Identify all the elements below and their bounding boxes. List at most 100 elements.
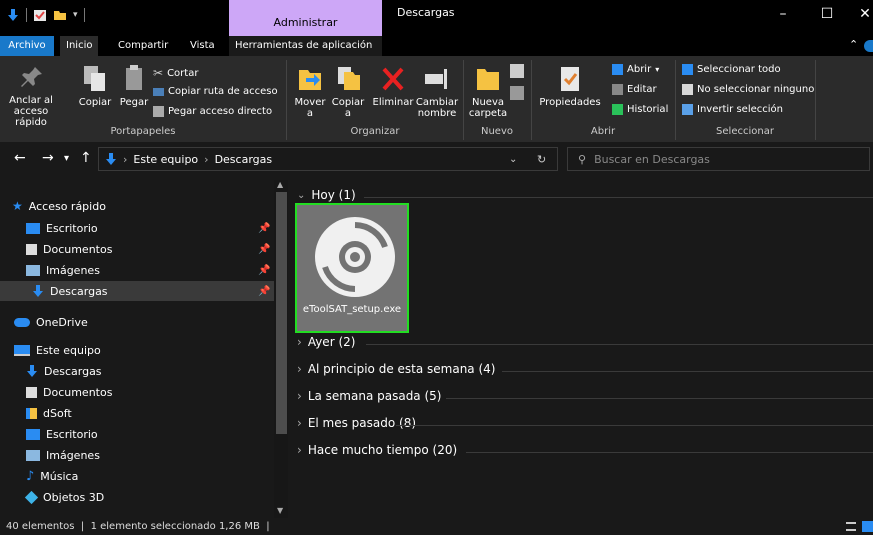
- copy-to-button[interactable]: Copiar a: [330, 64, 366, 119]
- title-bar: ▾ Administrar Descargas – ☐ ✕: [0, 0, 873, 36]
- nav-pc-documentos[interactable]: Documentos: [26, 382, 112, 402]
- scroll-down-icon[interactable]: ▼: [277, 506, 283, 515]
- nav-pc-escritorio[interactable]: Escritorio: [26, 424, 98, 444]
- large-icons-view-icon[interactable]: [862, 521, 873, 532]
- nav-quick-imagenes[interactable]: Imágenes: [26, 260, 100, 280]
- edit-button[interactable]: Editar: [612, 84, 657, 95]
- tab-compartir[interactable]: Compartir: [112, 36, 174, 56]
- nav-pc-descargas-label: Descargas: [44, 364, 102, 378]
- tab-herramientas-aplicacion[interactable]: Herramientas de aplicación: [229, 36, 382, 56]
- paste-shortcut-button[interactable]: Pegar acceso directo: [153, 106, 272, 117]
- navpane-scroll-thumb[interactable]: [276, 192, 287, 434]
- breadcrumb-este-equipo[interactable]: Este equipo: [133, 153, 198, 166]
- nav-este-equipo[interactable]: Este equipo: [14, 340, 101, 360]
- rename-button[interactable]: Cambiar nombre: [414, 64, 460, 119]
- copy-button[interactable]: Copiar: [78, 64, 112, 108]
- open-button[interactable]: Abrir ▾: [612, 64, 659, 75]
- nav-onedrive[interactable]: OneDrive: [14, 312, 88, 332]
- group-divider: [364, 197, 873, 198]
- recent-locations-icon[interactable]: ▾: [64, 153, 69, 164]
- quick-access-toolbar: ▾: [6, 8, 85, 22]
- new-folder-button[interactable]: Nueva carpeta: [468, 64, 508, 119]
- folder-icon: [477, 69, 499, 90]
- select-none-button[interactable]: No seleccionar ninguno: [682, 84, 814, 95]
- delete-icon: [382, 67, 404, 91]
- group-hace-mucho-tiempo[interactable]: › Hace mucho tiempo (20): [297, 443, 457, 457]
- chevron-down-icon: ⌄: [297, 189, 306, 201]
- music-icon: ♪: [26, 468, 35, 484]
- tab-vista[interactable]: Vista: [184, 36, 221, 56]
- nav-pc-dsoft-label: dSoft: [43, 406, 72, 420]
- breadcrumb-descargas[interactable]: Descargas: [215, 153, 273, 166]
- cut-button[interactable]: ✂ Cortar: [153, 66, 198, 80]
- help-icon[interactable]: [864, 40, 873, 52]
- nav-quick-documentos[interactable]: Documentos: [26, 239, 112, 259]
- address-bar[interactable]: › Este equipo › Descargas ⌄ ↻: [98, 147, 558, 171]
- copy-path-button[interactable]: Copiar ruta de acceso: [153, 86, 278, 97]
- pin-icon[interactable]: 📌: [258, 244, 270, 255]
- qat-dropdown-icon[interactable]: ▾: [73, 10, 78, 20]
- group-mes-pasado[interactable]: › El mes pasado (8): [297, 416, 416, 430]
- pin-quick-access-label: Anclar al acceso rápido: [9, 95, 53, 128]
- nav-pc-musica[interactable]: ♪ Música: [26, 466, 78, 486]
- download-icon[interactable]: [6, 8, 20, 22]
- tab-archivo[interactable]: Archivo: [0, 36, 54, 56]
- copy-to-label: Copiar a: [331, 97, 365, 119]
- move-to-button[interactable]: Mover a: [290, 64, 330, 119]
- nav-pc-objetos-3d[interactable]: Objetos 3D: [24, 487, 104, 507]
- paste-shortcut-icon: [153, 106, 164, 117]
- status-item-count: 40 elementos: [6, 521, 75, 532]
- new-folder-label: Nueva carpeta: [468, 97, 508, 119]
- ribbon-collapse-icon[interactable]: ⌃: [849, 38, 858, 51]
- desktop-icon: [26, 222, 40, 234]
- back-button[interactable]: ←: [14, 150, 26, 166]
- pin-icon[interactable]: 📌: [258, 286, 270, 297]
- paste-button[interactable]: Pegar: [117, 64, 151, 108]
- file-item-selected[interactable]: eToolSAT_setup.exe: [295, 203, 409, 333]
- tab-inicio[interactable]: Inicio: [60, 36, 99, 56]
- nav-pc-dsoft[interactable]: dSoft: [26, 403, 72, 423]
- nav-quick-escritorio[interactable]: Escritorio: [26, 218, 98, 238]
- delete-button[interactable]: Eliminar: [371, 64, 415, 108]
- group-divider: [466, 452, 873, 453]
- nav-este-equipo-label: Este equipo: [36, 343, 101, 357]
- maximize-button[interactable]: ☐: [812, 6, 842, 26]
- pin-icon[interactable]: 📌: [258, 265, 270, 276]
- status-separator: |: [263, 521, 270, 532]
- details-view-icon[interactable]: [846, 522, 856, 531]
- properties-icon[interactable]: [33, 8, 47, 22]
- navigation-pane: ★ Acceso rápido Escritorio 📌 Documentos …: [0, 178, 289, 518]
- group-semana-pasada[interactable]: › La semana pasada (5): [297, 389, 441, 403]
- close-button[interactable]: ✕: [850, 6, 873, 26]
- invert-selection-button[interactable]: Invertir selección: [682, 104, 783, 115]
- group-label-abrir: Abrir: [590, 126, 616, 137]
- refresh-icon[interactable]: ↻: [537, 153, 546, 166]
- history-label: Historial: [627, 104, 669, 115]
- contextual-tab-administrar[interactable]: Administrar: [229, 0, 382, 36]
- new-folder-icon[interactable]: [53, 8, 67, 22]
- nav-quick-access[interactable]: ★ Acceso rápido: [12, 196, 106, 216]
- pin-quick-access-button[interactable]: Anclar al acceso rápido: [4, 64, 58, 128]
- scroll-up-icon[interactable]: ▲: [277, 180, 283, 189]
- properties-check-icon: [561, 67, 579, 91]
- nav-pc-descargas[interactable]: Descargas: [26, 361, 102, 381]
- select-all-button[interactable]: Seleccionar todo: [682, 64, 781, 75]
- qat-separator: [26, 8, 27, 22]
- properties-button[interactable]: Propiedades: [535, 64, 605, 108]
- nav-quick-descargas[interactable]: Descargas: [0, 281, 274, 301]
- search-box[interactable]: ⚲ Buscar en Descargas: [567, 147, 870, 171]
- up-button[interactable]: ↑: [80, 150, 92, 166]
- group-ayer[interactable]: › Ayer (2): [297, 335, 355, 349]
- group-al-principio-semana[interactable]: › Al principio de esta semana (4): [297, 362, 495, 376]
- pin-icon[interactable]: 📌: [258, 223, 270, 234]
- easy-access-icon[interactable]: [510, 86, 524, 100]
- new-item-icon[interactable]: [510, 64, 524, 78]
- group-hoy[interactable]: ⌄ Hoy (1): [297, 188, 356, 202]
- forward-button[interactable]: →: [42, 150, 54, 166]
- address-dropdown-icon[interactable]: ⌄: [509, 154, 517, 165]
- group-label-portapapeles: Portapapeles: [110, 126, 176, 137]
- history-button[interactable]: Historial: [612, 104, 668, 115]
- minimize-button[interactable]: –: [768, 6, 798, 26]
- nav-pc-imagenes[interactable]: Imágenes: [26, 445, 100, 465]
- paste-label: Pegar: [119, 97, 149, 108]
